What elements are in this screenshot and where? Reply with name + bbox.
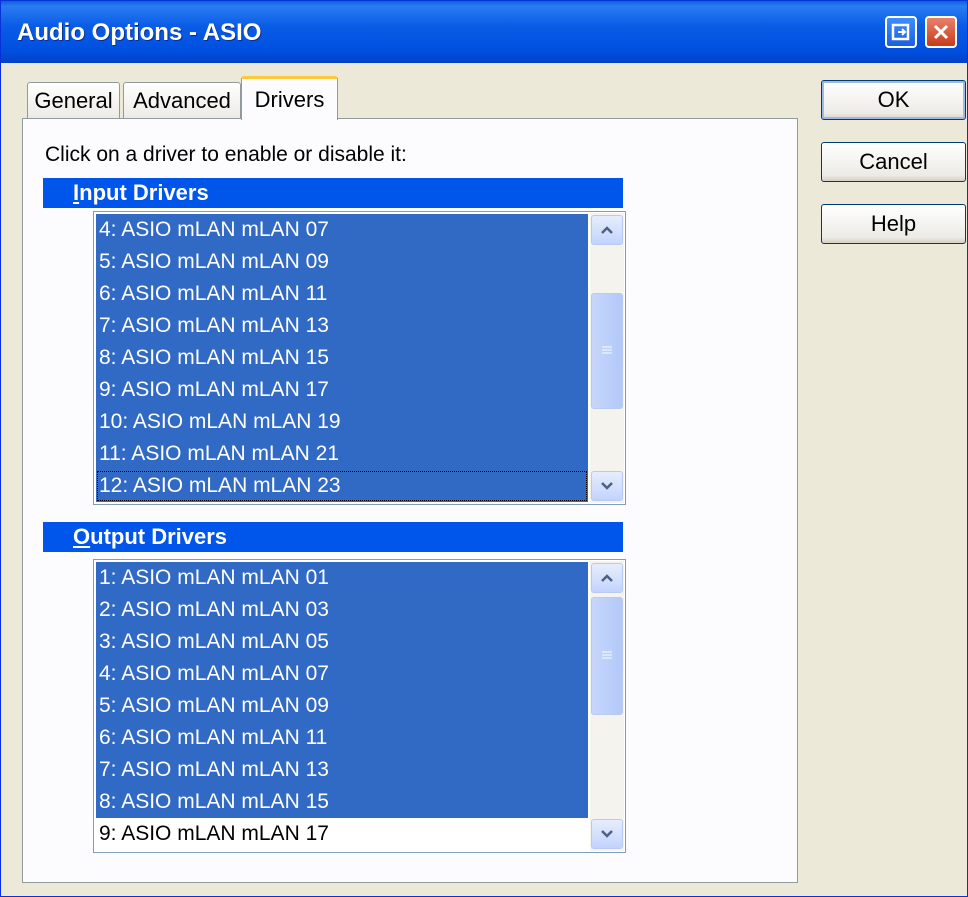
tab-advanced-label: Advanced xyxy=(133,87,231,113)
grip-icon xyxy=(602,651,612,659)
input-scroll-down-button[interactable] xyxy=(591,471,623,501)
cancel-button[interactable]: Cancel xyxy=(821,142,966,182)
list-item[interactable]: 12: ASIO mLAN mLAN 23 xyxy=(96,470,588,502)
window-title: Audio Options - ASIO xyxy=(17,19,262,46)
list-item[interactable]: 5: ASIO mLAN mLAN 09 xyxy=(96,246,588,278)
tab-general-label: General xyxy=(34,87,113,113)
help-button-label: Help xyxy=(870,211,917,236)
instruction-text: Click on a driver to enable or disable i… xyxy=(45,143,407,166)
restore-icon xyxy=(891,23,910,41)
ok-button-label: OK xyxy=(877,87,910,112)
list-item[interactable]: 2: ASIO mLAN mLAN 03 xyxy=(96,594,588,626)
tab-advanced[interactable]: Advanced xyxy=(123,82,241,118)
list-item[interactable]: 9: ASIO mLAN mLAN 17 xyxy=(96,818,588,850)
list-item[interactable]: 4: ASIO mLAN mLAN 07 xyxy=(96,658,588,690)
chevron-down-icon xyxy=(601,830,613,838)
list-item[interactable]: 8: ASIO mLAN mLAN 15 xyxy=(96,342,588,374)
list-item[interactable]: 10: ASIO mLAN mLAN 19 xyxy=(96,406,588,438)
chevron-down-icon xyxy=(601,482,613,490)
output-drivers-items: 1: ASIO mLAN mLAN 01 2: ASIO mLAN mLAN 03… xyxy=(96,562,588,850)
list-item[interactable]: 1: ASIO mLAN mLAN 01 xyxy=(96,562,588,594)
ok-button[interactable]: OK xyxy=(821,80,966,120)
list-item[interactable]: 9: ASIO mLAN mLAN 17 xyxy=(96,374,588,406)
input-drivers-items: 4: ASIO mLAN mLAN 07 5: ASIO mLAN mLAN 09… xyxy=(96,214,588,502)
list-item[interactable]: 8: ASIO mLAN mLAN 15 xyxy=(96,786,588,818)
input-drivers-header-text: nput Drivers xyxy=(79,180,209,205)
close-button[interactable] xyxy=(925,16,957,48)
tab-drivers-label: Drivers xyxy=(254,86,325,112)
tab-drivers[interactable]: Drivers xyxy=(241,76,338,120)
list-item[interactable]: 11: ASIO mLAN mLAN 21 xyxy=(96,438,588,470)
output-scroll-down-button[interactable] xyxy=(591,819,623,849)
chevron-up-icon xyxy=(601,226,613,234)
chevron-up-icon xyxy=(601,574,613,582)
title-bar[interactable]: Audio Options - ASIO xyxy=(1,1,967,63)
list-item[interactable]: 5: ASIO mLAN mLAN 09 xyxy=(96,690,588,722)
input-drivers-scrollbar[interactable] xyxy=(590,213,624,503)
output-drivers-scrollbar[interactable] xyxy=(590,561,624,851)
restore-button[interactable] xyxy=(885,16,917,48)
output-drivers-header-text: utput Drivers xyxy=(90,524,228,549)
list-item[interactable]: 7: ASIO mLAN mLAN 13 xyxy=(96,310,588,342)
list-item[interactable]: 3: ASIO mLAN mLAN 05 xyxy=(96,626,588,658)
close-icon xyxy=(933,24,949,40)
tab-general[interactable]: General xyxy=(27,82,120,118)
input-drivers-list[interactable]: 4: ASIO mLAN mLAN 07 5: ASIO mLAN mLAN 09… xyxy=(93,211,626,505)
help-button[interactable]: Help xyxy=(821,204,966,244)
audio-options-dialog: Audio Options - ASIO General Advanced Dr… xyxy=(0,0,968,897)
list-item[interactable]: 6: ASIO mLAN mLAN 11 xyxy=(96,722,588,754)
output-drivers-header: Output Drivers xyxy=(43,522,623,552)
input-scroll-thumb[interactable] xyxy=(591,293,623,409)
output-scroll-thumb[interactable] xyxy=(591,597,623,715)
input-drivers-header: Input Drivers xyxy=(43,178,623,208)
cancel-button-label: Cancel xyxy=(859,149,928,174)
input-scroll-up-button[interactable] xyxy=(591,215,623,245)
output-drivers-list[interactable]: 1: ASIO mLAN mLAN 01 2: ASIO mLAN mLAN 03… xyxy=(93,559,626,853)
grip-icon xyxy=(602,346,612,354)
output-drivers-header-mnemonic: O xyxy=(73,524,91,549)
list-item[interactable]: 6: ASIO mLAN mLAN 11 xyxy=(96,278,588,310)
output-scroll-up-button[interactable] xyxy=(591,563,623,593)
list-item[interactable]: 4: ASIO mLAN mLAN 07 xyxy=(96,214,588,246)
list-item[interactable]: 7: ASIO mLAN mLAN 13 xyxy=(96,754,588,786)
